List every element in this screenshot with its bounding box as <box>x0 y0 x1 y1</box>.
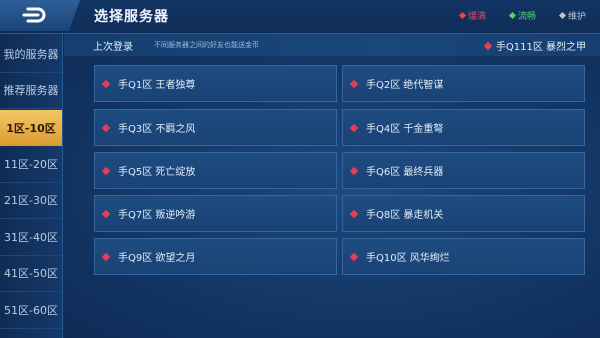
server-card[interactable]: 手Q1区 王者独尊 <box>94 65 337 102</box>
sidebar-item-label: 推荐服务器 <box>3 84 59 97</box>
sidebar-item-label: 11区-20区 <box>4 158 58 171</box>
server-name: 手Q3区 不羁之风 <box>118 124 196 135</box>
sidebar-item-my-servers[interactable]: 我的服务器 <box>0 36 62 73</box>
sidebar-item-recommended[interactable]: 推荐服务器 <box>0 72 62 109</box>
server-name: 手Q2区 绝代智谋 <box>366 80 444 91</box>
last-login-label: 上次登录 <box>93 42 133 53</box>
last-login-bar: 上次登录 不同服务器之间的好友也能送金币 手Q111区 暴烈之甲 <box>64 34 600 56</box>
server-card[interactable]: 手Q8区 暴走机关 <box>342 195 585 232</box>
server-name: 手Q8区 暴走机关 <box>366 210 444 221</box>
sidebar-item-label: 31区-40区 <box>4 231 58 244</box>
red-diamond-icon <box>349 209 359 218</box>
red-diamond-icon <box>349 123 359 132</box>
legend-smooth-label: 流畅 <box>518 12 537 22</box>
gray-diamond-icon <box>558 11 567 20</box>
sidebar-item-31-40[interactable]: 31区-40区 <box>0 219 62 256</box>
red-diamond-icon <box>101 123 111 132</box>
legend-full: 爆满 <box>458 9 487 22</box>
server-card[interactable]: 手Q6区 最终兵器 <box>342 152 585 189</box>
sidebar-item-51-60[interactable]: 51区-60区 <box>0 292 62 329</box>
page-title: 选择服务器 <box>94 9 169 25</box>
server-name: 手Q4区 千金重弩 <box>366 124 444 135</box>
red-diamond-icon <box>101 79 111 88</box>
sidebar-item-label: 21区-30区 <box>4 194 58 207</box>
server-card[interactable]: 手Q5区 死亡绽放 <box>94 152 337 189</box>
legend-smooth: 流畅 <box>508 9 537 22</box>
top-bar: 选择服务器 爆满 流畅 维护 <box>0 0 600 34</box>
legend-full-label: 爆满 <box>468 12 487 22</box>
server-card[interactable]: 手Q9区 欲望之月 <box>94 238 337 275</box>
sidebar-item-1-10[interactable]: 1区-10区 <box>0 110 62 146</box>
red-diamond-icon <box>349 79 359 88</box>
red-diamond-icon <box>349 166 359 175</box>
sidebar-item-41-50[interactable]: 41区-50区 <box>0 255 62 292</box>
server-name: 手Q6区 最终兵器 <box>366 167 444 178</box>
server-card[interactable]: 手Q7区 叛逆吟游 <box>94 195 337 232</box>
red-diamond-icon <box>101 166 111 175</box>
last-login-note: 不同服务器之间的好友也能送金币 <box>154 41 259 49</box>
server-card[interactable]: 手Q4区 千金重弩 <box>342 109 585 146</box>
zone-sidebar: 我的服务器 推荐服务器 1区-10区 11区-20区 21区-30区 31区-4… <box>0 34 63 338</box>
last-server-button[interactable]: 手Q111区 暴烈之甲 <box>483 38 586 53</box>
last-server-name: 手Q111区 暴烈之甲 <box>495 42 586 53</box>
server-name: 手Q7区 叛逆吟游 <box>118 210 196 221</box>
server-card[interactable]: 手Q10区 风华绚烂 <box>342 238 585 275</box>
back-arrow-icon <box>22 7 46 23</box>
legend-maintenance-label: 维护 <box>568 12 587 22</box>
back-button[interactable] <box>0 0 80 31</box>
sidebar-item-label: 41区-50区 <box>4 267 58 280</box>
server-card[interactable]: 手Q3区 不羁之风 <box>94 109 337 146</box>
sidebar-item-label: 1区-10区 <box>6 122 56 135</box>
sidebar-item-label: 我的服务器 <box>3 48 59 61</box>
red-diamond-icon <box>101 209 111 218</box>
red-diamond-icon <box>101 252 111 261</box>
sidebar-item-label: 51区-60区 <box>4 304 58 317</box>
legend-maintenance: 维护 <box>558 9 587 22</box>
server-name: 手Q1区 王者独尊 <box>118 80 196 91</box>
sidebar-item-11-20[interactable]: 11区-20区 <box>0 146 62 183</box>
server-name: 手Q9区 欲望之月 <box>118 253 196 264</box>
server-card[interactable]: 手Q2区 绝代智谋 <box>342 65 585 102</box>
red-diamond-icon <box>458 11 467 20</box>
server-name: 手Q10区 风华绚烂 <box>366 253 450 264</box>
sidebar-item-21-30[interactable]: 21区-30区 <box>0 182 62 219</box>
server-name: 手Q5区 死亡绽放 <box>118 167 196 178</box>
red-diamond-icon <box>349 252 359 261</box>
green-diamond-icon <box>508 11 517 20</box>
red-diamond-icon <box>483 41 493 50</box>
